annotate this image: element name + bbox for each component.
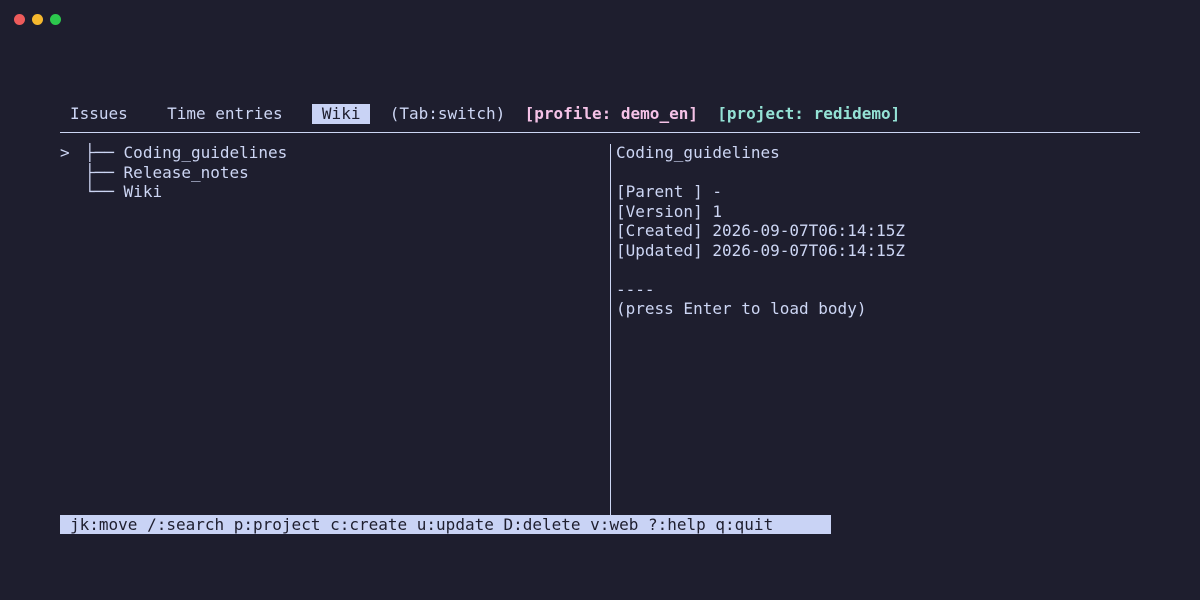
profile-indicator: [profile: demo_en]: [524, 104, 698, 123]
tab-bar: Issues Time entries Wiki (Tab:switch) [p…: [60, 104, 900, 124]
tree-branch: └──: [85, 182, 114, 201]
tab-issues[interactable]: Issues: [60, 104, 138, 124]
minimize-window-button[interactable]: [32, 14, 43, 25]
wiki-tree-item[interactable]: └── Wiki: [60, 182, 287, 202]
close-window-button[interactable]: [14, 14, 25, 25]
wiki-page-label: Release_notes: [123, 162, 249, 182]
load-body-hint: (press Enter to load body): [616, 299, 867, 318]
detail-updated: [Updated] 2026-09-07T06:14:15Z: [616, 240, 905, 260]
keybinding-status-bar: jk:move /:search p:project c:create u:up…: [60, 515, 831, 534]
wiki-tree-item[interactable]: ├── Release_notes: [60, 163, 287, 183]
window-controls: [14, 14, 61, 25]
tab-wiki[interactable]: Wiki: [311, 104, 371, 124]
detail-separator: ----: [616, 279, 655, 299]
pane-divider: [610, 144, 611, 516]
tree-branch: ├──: [85, 162, 114, 182]
wiki-page-label: Wiki: [123, 182, 163, 201]
wiki-detail-pane: Coding_guidelines [Parent ] - [Version] …: [616, 143, 905, 319]
maximize-window-button[interactable]: [50, 14, 61, 25]
selection-cursor: >: [60, 143, 70, 162]
header-divider: [60, 132, 1140, 133]
tree-branch: ├──: [85, 143, 114, 162]
wiki-tree: > ├── Coding_guidelines ├── Release_notes…: [60, 143, 287, 202]
detail-parent: [Parent ] -: [616, 182, 722, 201]
detail-version: [Version] 1: [616, 201, 722, 221]
detail-created: [Created] 2026-09-07T06:14:15Z: [616, 221, 905, 240]
terminal-window: Issues Time entries Wiki (Tab:switch) [p…: [0, 0, 1200, 600]
detail-title: Coding_guidelines: [616, 143, 780, 162]
wiki-tree-item[interactable]: > ├── Coding_guidelines: [60, 143, 287, 163]
wiki-page-label: Coding_guidelines: [123, 143, 288, 162]
tab-switch-hint: (Tab:switch): [389, 104, 506, 123]
tab-time-entries[interactable]: Time entries: [157, 104, 293, 124]
project-indicator: [project: redidemo]: [717, 104, 901, 123]
